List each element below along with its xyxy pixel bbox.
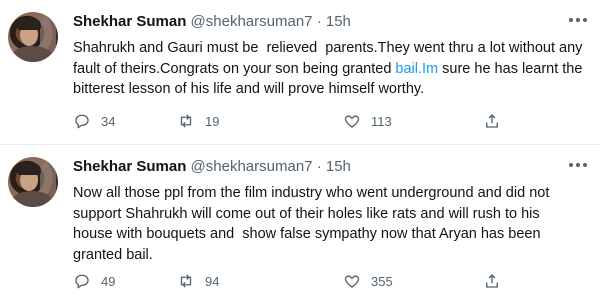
- retweet-button[interactable]: 94: [177, 270, 219, 292]
- like-button[interactable]: 355: [343, 270, 393, 292]
- like-count: 355: [371, 273, 393, 289]
- tweet-feed: Shekhar Suman @shekharsuman7 · 15h Shahr…: [0, 0, 600, 301]
- author-name[interactable]: Shekhar Suman: [73, 158, 186, 175]
- tweet-text: Now all those ppl from the film industry…: [73, 185, 554, 263]
- retweet-button[interactable]: 19: [177, 110, 219, 132]
- retweet-count: 94: [205, 273, 220, 289]
- more-options-icon[interactable]: [566, 10, 590, 30]
- retweet-count: 19: [205, 113, 220, 129]
- like-button[interactable]: 113: [343, 110, 392, 132]
- header-separator: ·: [316, 13, 322, 30]
- avatar[interactable]: [8, 157, 58, 207]
- like-icon: [344, 275, 360, 288]
- share-button[interactable]: [483, 270, 501, 292]
- reply-count: 34: [101, 113, 116, 129]
- tweet-actions: 34 19 113: [73, 110, 513, 132]
- avatar[interactable]: [8, 12, 58, 62]
- reply-button[interactable]: 34: [73, 110, 115, 132]
- tweet-actions: 49 94 355: [73, 270, 513, 292]
- author-handle[interactable]: @shekharsuman7: [191, 158, 313, 175]
- like-count: 113: [371, 113, 392, 129]
- share-icon: [486, 274, 498, 288]
- reply-button[interactable]: 49: [73, 270, 115, 292]
- tweet-header: Shekhar Suman @shekharsuman7 · 15h: [73, 157, 351, 177]
- tweet[interactable]: Shekhar Suman @shekharsuman7 · 15h Now a…: [0, 145, 600, 301]
- more-options-icon[interactable]: [566, 155, 590, 175]
- reply-icon: [75, 274, 89, 289]
- tweet-text: Shahrukh and Gauri must be relieved pare…: [73, 38, 583, 100]
- reply-count: 49: [101, 273, 116, 289]
- share-button[interactable]: [483, 110, 501, 132]
- retweet-icon: [180, 114, 192, 128]
- tweet-header: Shekhar Suman @shekharsuman7 · 15h: [73, 12, 351, 32]
- tweet[interactable]: Shekhar Suman @shekharsuman7 · 15h Shahr…: [0, 0, 600, 144]
- author-handle[interactable]: @shekharsuman7: [191, 13, 313, 30]
- tweet-timestamp[interactable]: 15h: [326, 13, 351, 30]
- reply-icon: [75, 114, 89, 129]
- retweet-icon: [180, 274, 192, 288]
- tweet-timestamp[interactable]: 15h: [326, 158, 351, 175]
- tweet-link[interactable]: bail.Im: [395, 61, 438, 77]
- header-separator: ·: [316, 158, 322, 175]
- author-name[interactable]: Shekhar Suman: [73, 13, 186, 30]
- share-icon: [486, 114, 498, 128]
- like-icon: [344, 115, 360, 128]
